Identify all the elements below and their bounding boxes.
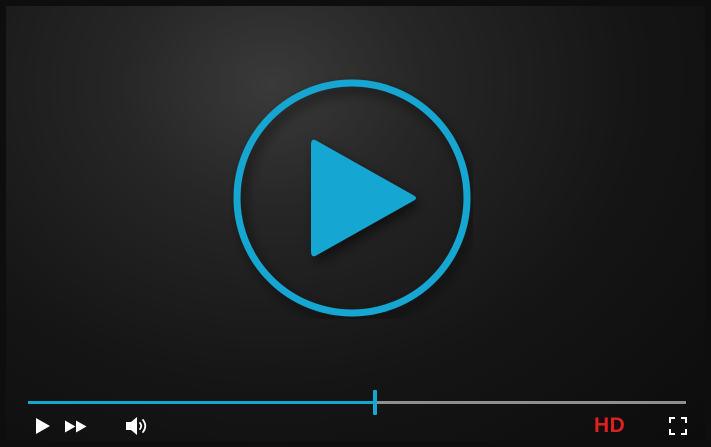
progress-fill	[28, 401, 376, 404]
volume-button[interactable]	[123, 415, 151, 437]
control-bar: HD	[6, 386, 705, 441]
hd-badge[interactable]: HD	[594, 414, 625, 438]
fullscreen-icon	[669, 417, 687, 435]
play-button[interactable]	[34, 415, 52, 437]
play-icon	[36, 418, 50, 434]
fullscreen-button[interactable]	[667, 415, 689, 437]
video-player: HD	[0, 0, 711, 447]
big-play-button[interactable]	[231, 77, 473, 319]
big-play-icon	[233, 79, 471, 317]
fast-forward-button[interactable]	[63, 415, 89, 437]
progress-handle[interactable]	[373, 390, 378, 415]
fast-forward-icon	[65, 420, 87, 432]
progress-bar[interactable]	[28, 390, 686, 415]
volume-icon	[126, 417, 147, 435]
